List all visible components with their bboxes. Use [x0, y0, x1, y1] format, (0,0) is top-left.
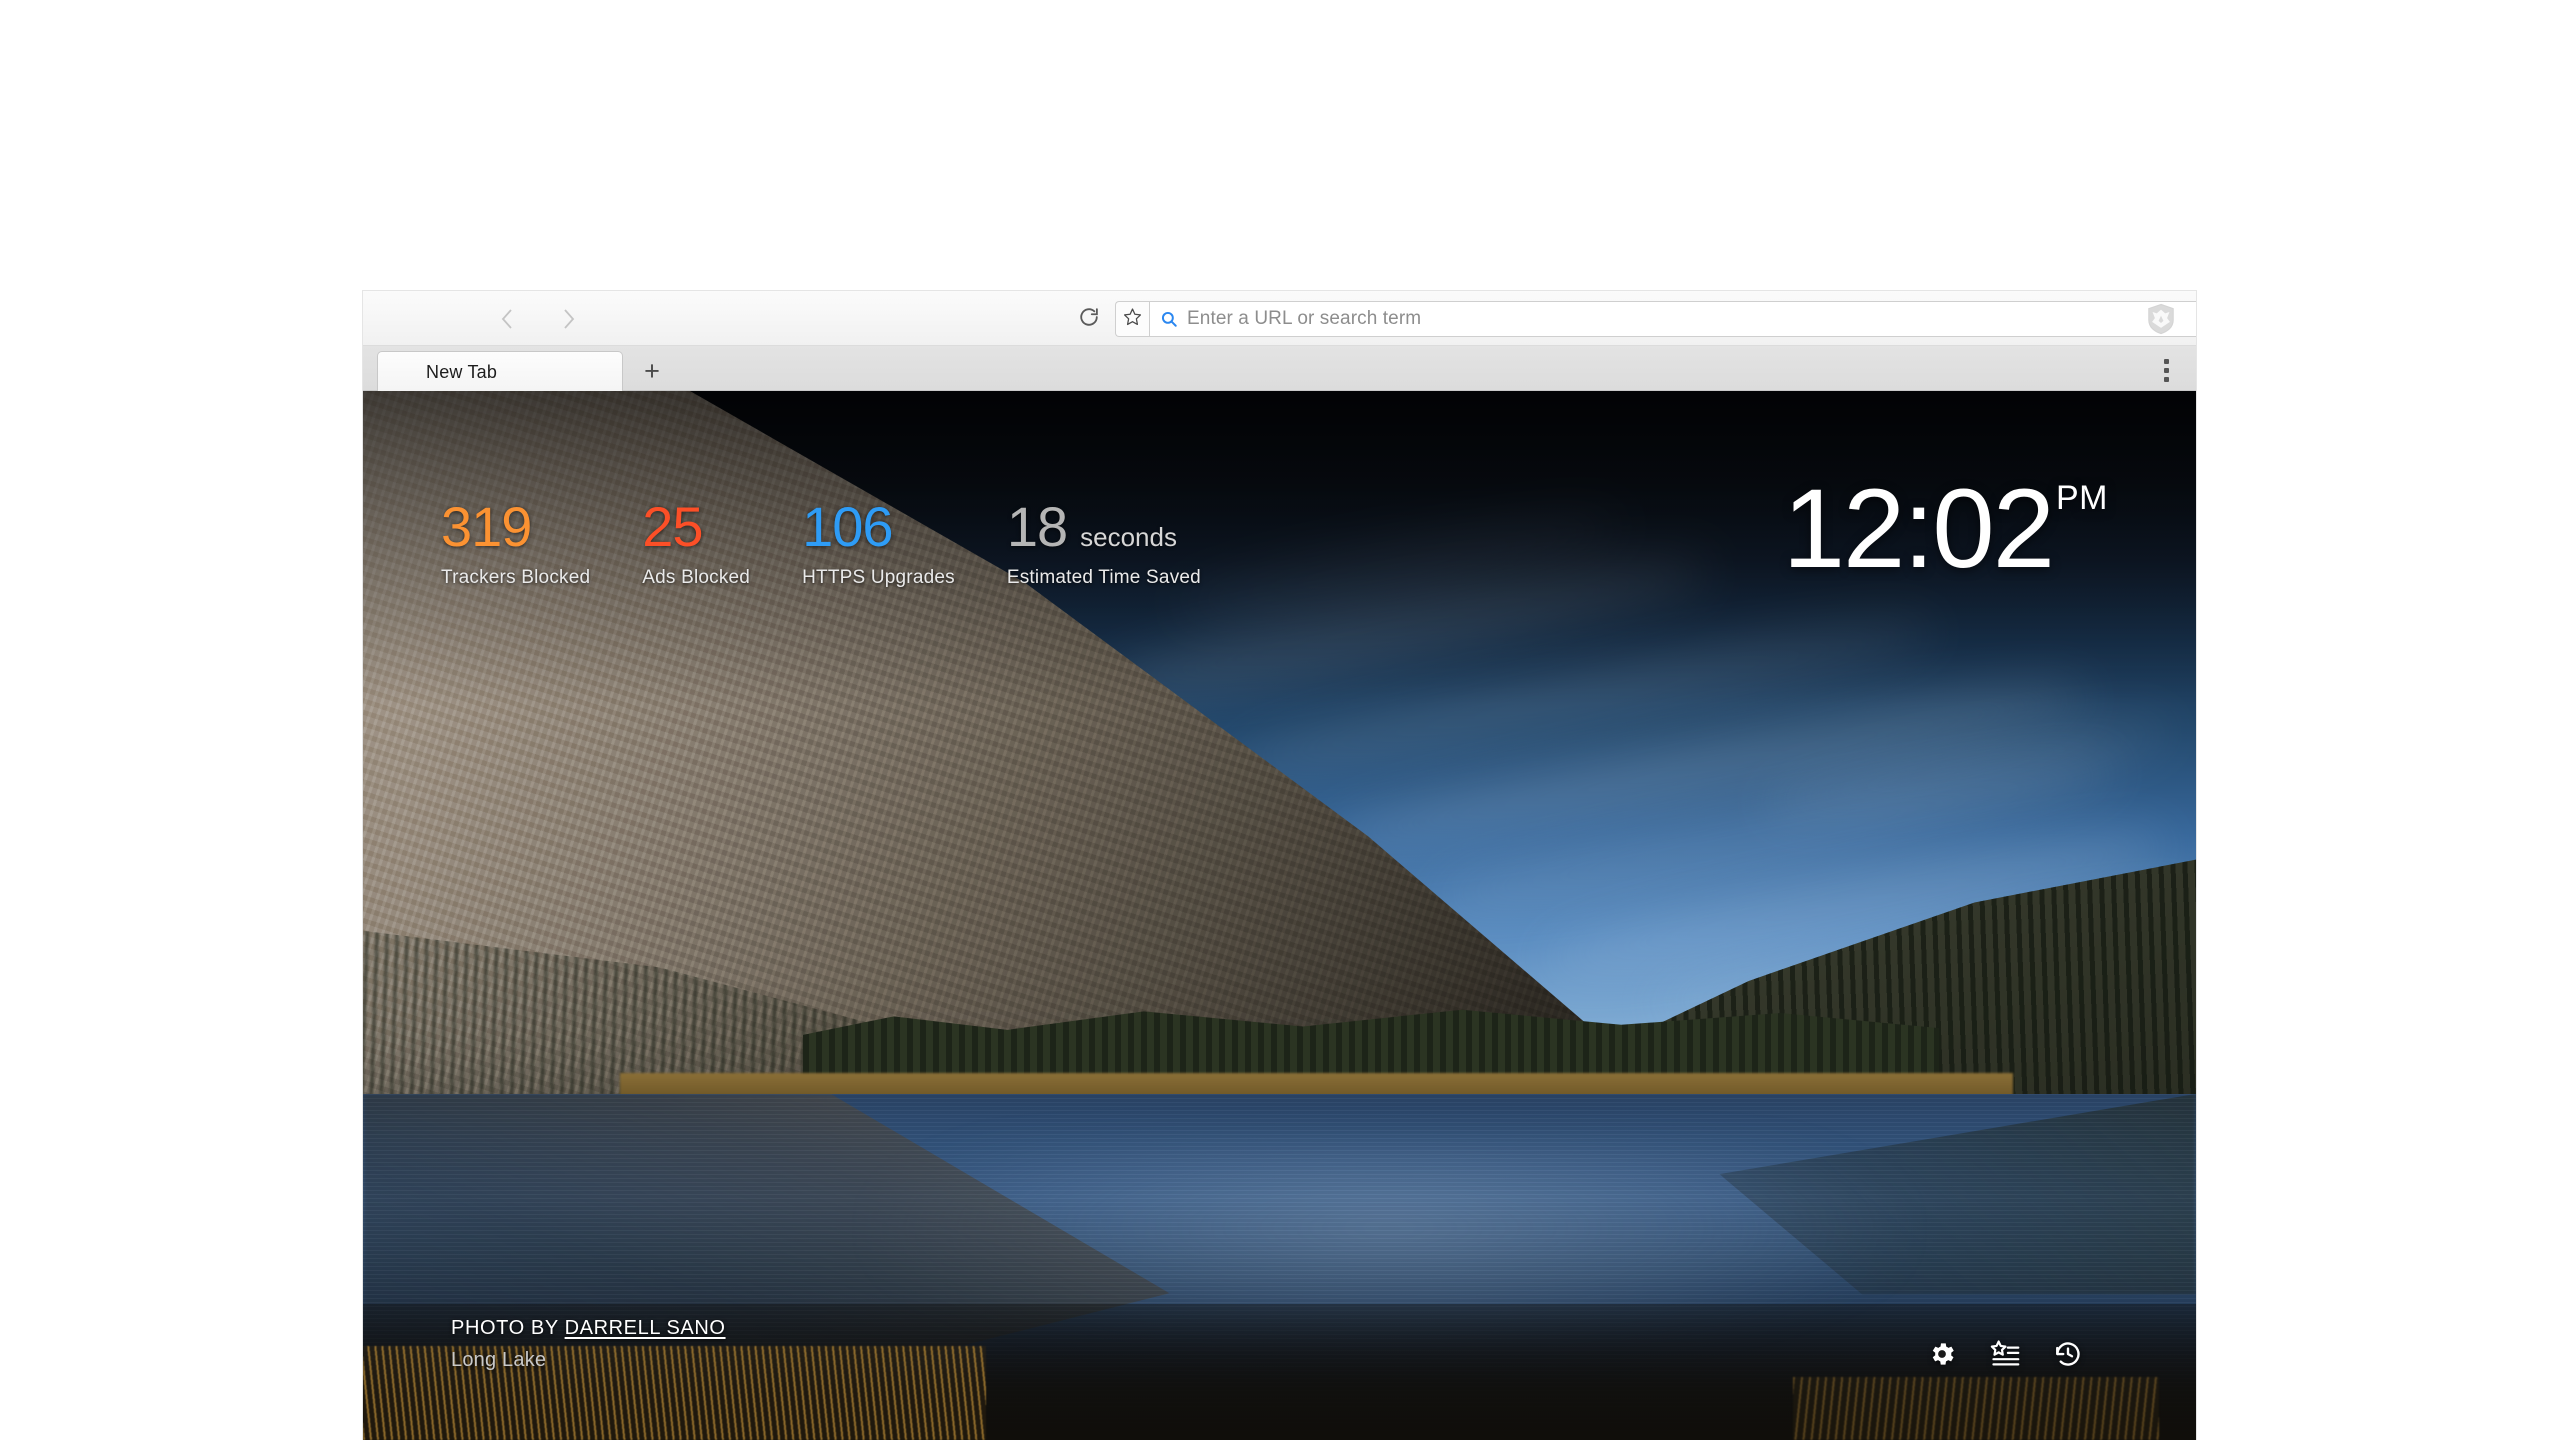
stat-value: 18: [1006, 495, 1068, 558]
tab-strip: New Tab +: [363, 346, 2196, 392]
gear-icon: [1927, 1339, 1957, 1374]
tab-label: New Tab: [426, 361, 498, 382]
history-button[interactable]: [2050, 1338, 2086, 1374]
chevron-left-icon: [498, 306, 518, 332]
tab-new-tab[interactable]: New Tab: [377, 351, 623, 392]
back-button[interactable]: [493, 304, 523, 334]
reload-button[interactable]: [1073, 303, 1105, 335]
stat-unit: seconds: [1080, 522, 1177, 552]
brave-lion-shield-icon[interactable]: [2144, 302, 2178, 336]
reload-icon: [1078, 306, 1100, 333]
menu-dot: [2163, 367, 2169, 373]
stat-label: Estimated Time Saved: [1006, 567, 1201, 588]
settings-button[interactable]: [1924, 1338, 1960, 1374]
foreground-reeds-right: [1792, 1377, 2160, 1440]
kebab-menu-icon[interactable]: [2152, 356, 2180, 384]
clock: 12:02 PM: [1783, 473, 2108, 585]
browser-toolbar: Enter a URL or search term: [363, 291, 2196, 346]
url-input[interactable]: Enter a URL or search term: [1149, 301, 2196, 337]
stat-value: 319: [441, 495, 532, 558]
address-bar[interactable]: Enter a URL or search term: [1115, 301, 2196, 337]
star-list-icon: [1990, 1339, 2020, 1374]
bookmarks-button[interactable]: [1987, 1338, 2023, 1374]
menu-dot: [2163, 376, 2169, 382]
stat-value: 25: [642, 495, 703, 558]
stat-label: HTTPS Upgrades: [802, 567, 955, 588]
clock-meridiem: PM: [2056, 479, 2108, 517]
stat-trackers-blocked: 319 Trackers Blocked: [441, 499, 590, 589]
stat-label: Ads Blocked: [642, 567, 751, 588]
privacy-stats: 319 Trackers Blocked 25 Ads Blocked 106 …: [441, 499, 1253, 589]
bookmark-star-button[interactable]: [1115, 301, 1149, 337]
stat-https-upgrades: 106 HTTPS Upgrades: [802, 499, 955, 589]
photo-credit-place: Long Lake: [451, 1349, 547, 1371]
stat-label: Trackers Blocked: [441, 567, 591, 588]
history-clock-icon: [2053, 1339, 2083, 1374]
photo-credit-line: PHOTO BY DARRELL SANO: [451, 1317, 726, 1340]
stat-estimated-time-saved: 18 seconds Estimated Time Saved: [1007, 499, 1201, 589]
menu-dot: [2163, 358, 2169, 364]
clock-time: 12:02: [1782, 466, 2055, 591]
forward-button[interactable]: [553, 304, 583, 334]
stat-value: 106: [802, 495, 893, 558]
new-tab-page: 319 Trackers Blocked 25 Ads Blocked 106 …: [363, 391, 2196, 1440]
star-icon: [1123, 307, 1142, 331]
photo-credit-prefix: PHOTO BY: [451, 1317, 565, 1339]
search-icon: [1160, 310, 1178, 328]
browser-window: Enter a URL or search term New Tab + 319…: [363, 291, 2196, 1440]
url-placeholder-text: Enter a URL or search term: [1187, 308, 1422, 329]
photo-credit: PHOTO BY DARRELL SANO Long Lake: [451, 1317, 726, 1372]
new-tab-button[interactable]: +: [635, 354, 669, 388]
chevron-right-icon: [558, 306, 578, 332]
newtab-action-buttons: [1924, 1338, 2086, 1374]
photo-credit-author-link[interactable]: DARRELL SANO: [565, 1317, 726, 1339]
stat-ads-blocked: 25 Ads Blocked: [642, 499, 750, 589]
